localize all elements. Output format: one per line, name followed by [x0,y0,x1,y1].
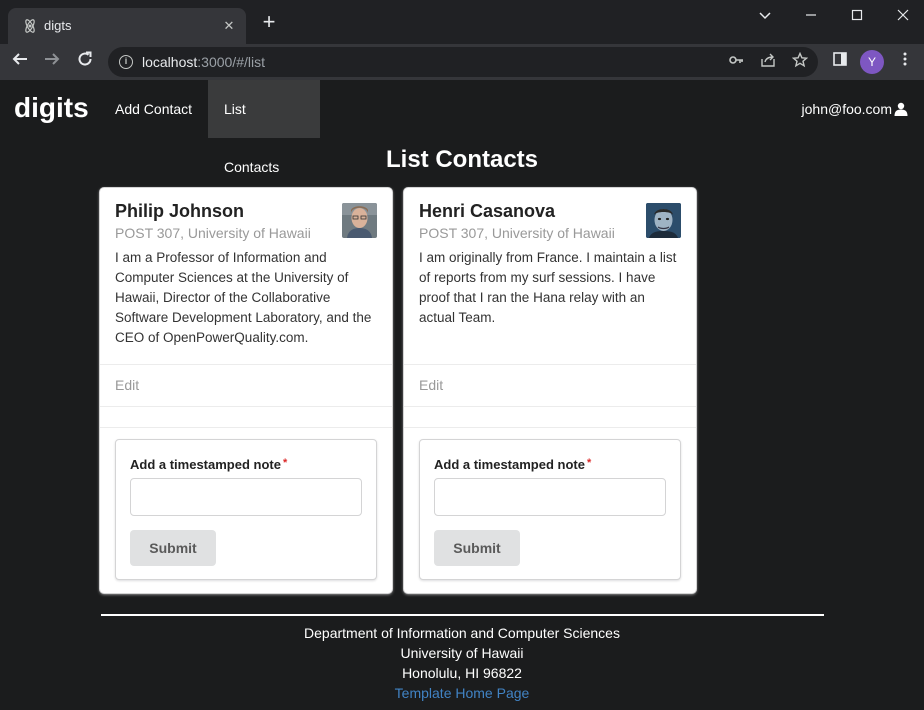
browser-tab-bar: digts ✕ + [0,0,924,44]
user-menu[interactable]: john@foo.com [802,80,908,138]
template-home-link[interactable]: Template Home Page [395,685,530,701]
new-tab-icon[interactable]: + [258,11,280,34]
url-host: localhost [142,54,198,70]
react-favicon-icon [22,18,38,34]
forward-icon[interactable] [38,48,66,76]
brand-logo[interactable]: digits [14,91,89,125]
note-field-label: Add a timestamped note * [434,455,591,473]
edit-link[interactable]: Edit [419,376,443,394]
required-mark: * [586,457,592,469]
submit-button[interactable]: Submit [434,530,520,566]
footer-divider [101,614,824,616]
app-page: digits Add Contact List Contacts john@fo… [0,80,924,710]
side-panel-icon[interactable] [829,51,851,73]
browser-tab[interactable]: digts ✕ [8,8,246,44]
note-label-text: Add a timestamped note [130,457,281,472]
card-divider [100,364,392,365]
contact-name: Philip Johnson [115,201,244,221]
contact-name: Henri Casanova [419,201,556,221]
nav-list-contacts[interactable]: List Contacts [208,80,320,175]
contact-address: POST 307, University of Hawaii [419,225,615,241]
user-email: john@foo.com [801,101,892,117]
profile-avatar[interactable]: Y [860,50,884,74]
url-path: :3000/#/list [197,54,265,70]
address-bar[interactable]: i localhost:3000/#/list [108,47,818,77]
submit-button[interactable]: Submit [130,530,216,566]
tab-title: digts [44,18,72,33]
contact-address: POST 307, University of Hawaii [115,225,311,241]
footer-department: Department of Information and Computer S… [304,625,620,641]
nav-add-contact[interactable]: Add Contact [99,80,208,138]
more-menu-icon[interactable] [894,51,916,73]
user-icon [894,82,908,116]
top-navbar: digits Add Contact List Contacts john@fo… [0,80,924,175]
key-icon[interactable] [726,52,746,72]
contact-photo [342,203,377,238]
site-info-icon[interactable]: i [119,55,133,69]
footer-link-row: Template Home Page [0,683,924,703]
note-form: Add a timestamped note * Submit [115,439,377,580]
card-divider [404,406,696,407]
required-mark: * [282,457,288,469]
back-icon[interactable] [6,48,34,76]
footer-university: University of Hawaii [400,645,524,661]
contact-description: I am originally from France. I maintain … [419,250,677,325]
reload-icon[interactable] [71,48,99,76]
edit-link[interactable]: Edit [115,376,139,394]
note-input[interactable] [130,478,362,516]
card-divider [100,406,392,407]
note-field-label: Add a timestamped note * [130,455,287,473]
bookmark-star-icon[interactable] [790,51,810,72]
note-label-text: Add a timestamped note [434,457,585,472]
card-divider [100,427,392,428]
tab-close-icon[interactable]: ✕ [220,17,238,35]
browser-toolbar: i localhost:3000/#/list Y [0,44,924,80]
contact-card: Philip Johnson POST 307, University of H… [100,188,392,593]
footer-address: Honolulu, HI 96822 [402,665,522,681]
contact-description: I am a Professor of Information and Comp… [115,250,372,345]
maximize-icon[interactable] [842,4,872,28]
tab-search-icon[interactable] [750,4,780,28]
note-input[interactable] [434,478,666,516]
contact-photo [646,203,681,238]
contact-card: Henri Casanova POST 307, University of H… [404,188,696,593]
page-title: List Contacts [385,146,538,173]
card-divider [404,427,696,428]
url-text: localhost:3000/#/list [142,54,265,70]
card-divider [404,364,696,365]
share-icon[interactable] [758,52,778,72]
note-form: Add a timestamped note * Submit [419,439,681,580]
close-window-icon[interactable] [888,4,918,28]
minimize-icon[interactable] [796,4,826,28]
